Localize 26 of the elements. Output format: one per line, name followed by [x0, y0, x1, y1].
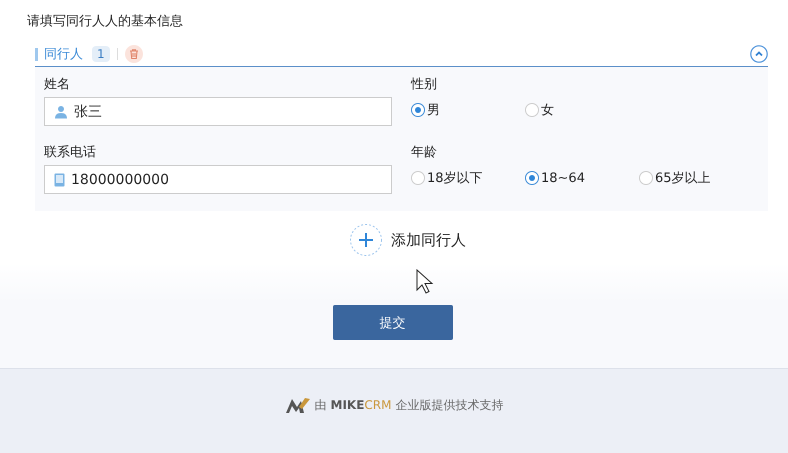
add-companion-button[interactable]: 添加同行人: [349, 223, 466, 257]
radio-option[interactable]: 18岁以下: [411, 167, 525, 189]
input-field[interactable]: 张三: [44, 97, 392, 126]
field-label: 性别: [411, 76, 438, 94]
phone-icon: [54, 172, 65, 186]
section-title: 同行人: [44, 46, 83, 63]
field-label: 姓名: [44, 76, 71, 94]
input-field[interactable]: 18000000000: [44, 165, 392, 194]
pointer-icon: [416, 269, 434, 295]
radio-option[interactable]: 男: [411, 99, 525, 121]
delete-icon[interactable]: [124, 45, 143, 63]
collapse-icon[interactable]: [750, 45, 768, 63]
field-label: 联系电话: [44, 144, 97, 162]
logo-icon: [284, 397, 310, 413]
submit-button[interactable]: 提交: [332, 305, 452, 340]
person-icon: [54, 104, 68, 118]
radio-option[interactable]: 女: [525, 99, 639, 121]
footer-text: 企业版提供技术支持: [395, 396, 504, 414]
form-heading: 请填写同行人人的基本信息: [27, 13, 184, 31]
brand-name: MIKECRM: [330, 398, 392, 412]
count-badge: 1: [92, 46, 110, 62]
plus-icon: [349, 223, 383, 257]
radio-option[interactable]: 18~64: [525, 167, 639, 189]
field-label: 年龄: [411, 144, 438, 162]
footer-text: 由: [314, 396, 326, 414]
radio-option[interactable]: 65岁以上: [639, 167, 753, 189]
